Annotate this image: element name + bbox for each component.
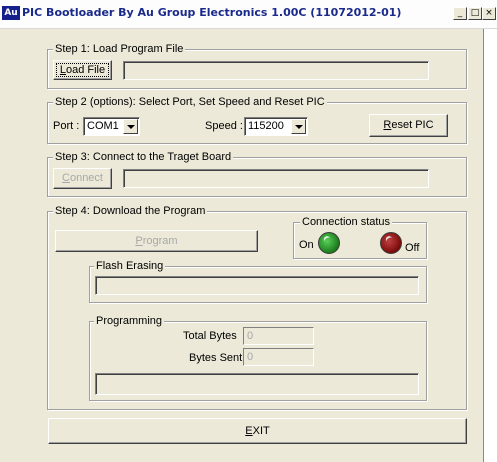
step4-title: Step 4: Download the Program bbox=[53, 205, 208, 218]
title-bar[interactable]: Au PIC Bootloader By Au Group Electronic… bbox=[0, 0, 497, 29]
port-value: COM1 bbox=[87, 120, 119, 132]
off-label: Off bbox=[405, 242, 420, 254]
close-button[interactable]: × bbox=[482, 7, 496, 20]
app-logo-icon: Au bbox=[2, 6, 20, 20]
step2-title: Step 2 (options): Select Port, Set Speed… bbox=[53, 96, 327, 109]
connect-status-field bbox=[123, 169, 429, 188]
bytes-sent-value: 0 bbox=[243, 348, 314, 366]
on-label: On bbox=[299, 239, 314, 251]
step1-title: Step 1: Load Program File bbox=[53, 43, 186, 56]
main-window: Au PIC Bootloader By Au Group Electronic… bbox=[0, 0, 497, 462]
load-file-button[interactable]: Load File bbox=[53, 60, 112, 80]
exit-button[interactable]: EXIT bbox=[48, 418, 467, 444]
file-path-field bbox=[123, 61, 429, 80]
minimize-button[interactable]: _ bbox=[453, 7, 467, 20]
step3-title: Step 3: Connect to the Traget Board bbox=[53, 151, 234, 164]
programming-progress-bar bbox=[95, 373, 419, 395]
reset-pic-button[interactable]: Reset PIC bbox=[369, 114, 448, 137]
window-title: PIC Bootloader By Au Group Electronics 1… bbox=[22, 6, 402, 19]
connect-button[interactable]: Connect bbox=[53, 168, 112, 189]
total-bytes-label: Total Bytes bbox=[183, 330, 237, 342]
total-bytes-value: 0 bbox=[243, 327, 314, 345]
connect-label: Connect bbox=[62, 172, 103, 184]
connection-off-indicator-icon bbox=[380, 232, 402, 254]
reset-pic-label: Reset PIC bbox=[383, 119, 434, 131]
maximize-button[interactable]: □ bbox=[468, 7, 482, 20]
speed-label: Speed : bbox=[205, 120, 243, 132]
port-label: Port : bbox=[53, 120, 80, 132]
speed-value: 115200 bbox=[248, 120, 284, 132]
program-label: Program bbox=[135, 235, 178, 247]
programming-title: Programming bbox=[94, 315, 165, 328]
bytes-sent-label: Bytes Sent bbox=[189, 352, 243, 364]
speed-select[interactable]: 115200 bbox=[244, 117, 308, 136]
exit-label: EXIT bbox=[245, 425, 270, 437]
flash-erasing-title: Flash Erasing bbox=[94, 260, 166, 273]
flash-erasing-progress-bar bbox=[95, 276, 419, 295]
connection-on-indicator-icon bbox=[318, 232, 340, 254]
load-file-label: Load File bbox=[59, 64, 106, 76]
port-dropdown-arrow-icon[interactable] bbox=[123, 119, 138, 134]
connection-status-title: Connection status bbox=[300, 216, 393, 229]
speed-dropdown-arrow-icon[interactable] bbox=[291, 119, 306, 134]
program-button[interactable]: Program bbox=[55, 230, 258, 252]
port-select[interactable]: COM1 bbox=[83, 117, 140, 136]
